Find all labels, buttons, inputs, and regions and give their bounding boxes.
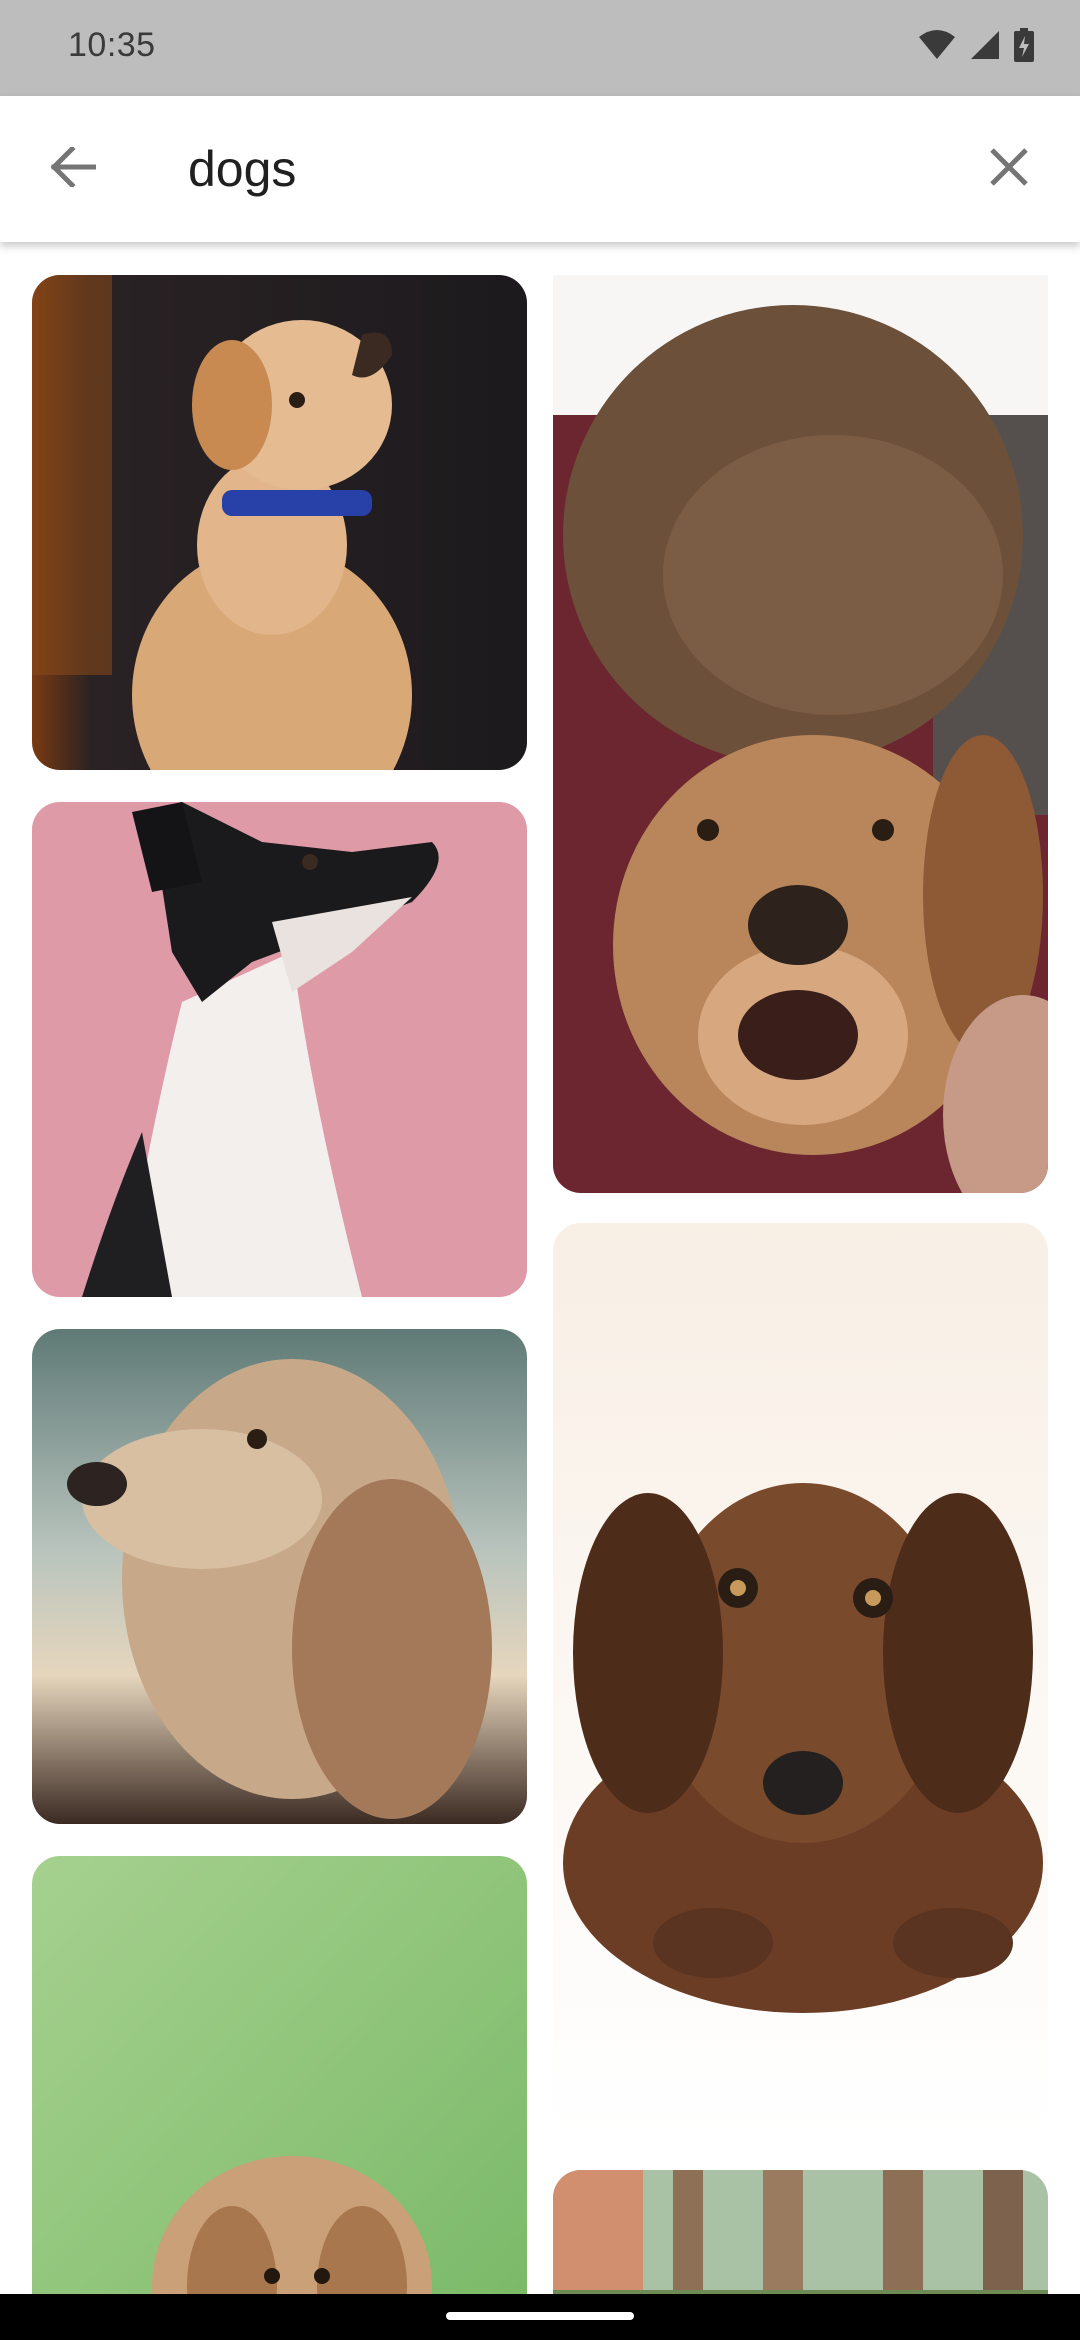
image-result-man-hugging-dog[interactable] xyxy=(553,275,1048,1193)
back-button[interactable] xyxy=(40,136,106,202)
search-app-bar xyxy=(0,96,1080,242)
wifi-icon xyxy=(918,30,956,65)
image-result-dachshund[interactable] xyxy=(553,1223,1048,2138)
status-icons xyxy=(918,28,1034,67)
clear-search-button[interactable] xyxy=(976,136,1042,202)
system-navigation-bar xyxy=(0,2294,1080,2340)
cellular-signal-icon xyxy=(970,30,1000,65)
status-time: 10:35 xyxy=(68,26,156,64)
status-bar: 10:35 xyxy=(0,0,1080,96)
image-result-outdoor-photo[interactable] xyxy=(553,2170,1048,2294)
battery-charging-icon xyxy=(1014,28,1034,67)
image-results-grid xyxy=(0,242,1080,2294)
arrow-back-icon xyxy=(50,144,97,192)
home-gesture-handle[interactable] xyxy=(446,2312,634,2320)
image-result-black-white-dog-pink[interactable] xyxy=(32,802,527,1297)
search-input[interactable] xyxy=(188,126,948,212)
image-result-yellow-lab-puppy[interactable] xyxy=(32,275,527,770)
close-icon xyxy=(989,147,1029,192)
image-result-small-fluffy-dog[interactable] xyxy=(32,1856,527,2294)
image-result-cocker-spaniel[interactable] xyxy=(32,1329,527,1824)
